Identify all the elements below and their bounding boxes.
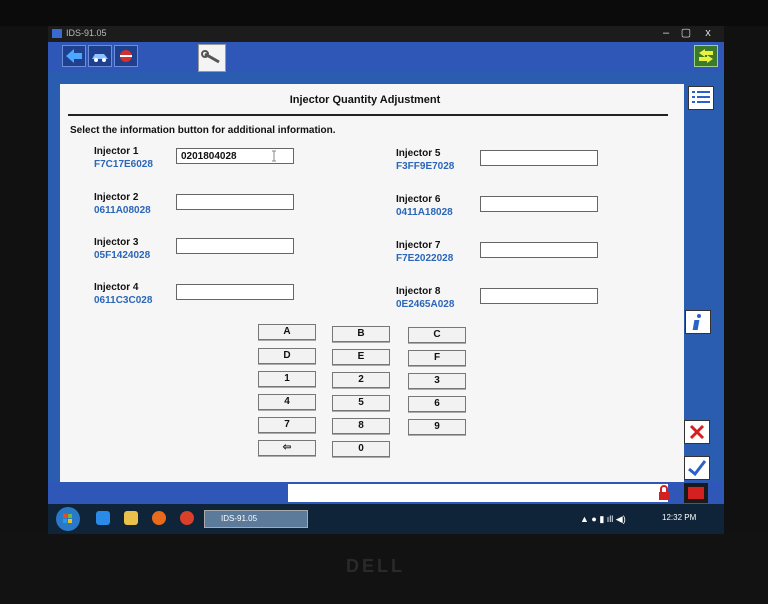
status-bar	[48, 482, 724, 504]
swap-icon	[699, 49, 713, 63]
injector-2-info: Injector 2 0611A08028	[94, 192, 151, 216]
battery-button[interactable]	[684, 483, 708, 503]
main-panel: Injector Quantity Adjustment Select the …	[60, 84, 684, 500]
injector-8-label: Injector 8	[396, 286, 441, 297]
injector-6-info: Injector 6 0411A18028	[396, 194, 453, 218]
taskbar: IDS-91.05 ▲ ● ▮ ıll ◀) 12:32 PM	[48, 504, 724, 534]
injector-7-field[interactable]	[480, 242, 598, 258]
cancel-icon	[689, 424, 705, 440]
info-icon	[692, 314, 701, 330]
maximize-button[interactable]: ▢	[678, 27, 694, 40]
cancel-button[interactable]	[684, 420, 710, 444]
injector-5-code: F3FF9E7028	[396, 161, 455, 172]
injector-8-field[interactable]	[480, 288, 598, 304]
close-window-button[interactable]: x	[700, 27, 716, 40]
key-b[interactable]: B	[332, 326, 390, 342]
injector-2-code: 0611A08028	[94, 205, 151, 216]
start-button[interactable]	[56, 507, 80, 531]
injector-2-field[interactable]	[176, 194, 294, 210]
key-a[interactable]: A	[258, 324, 316, 340]
injector-3-code: 05F1424028	[94, 250, 151, 261]
monitor-bezel-bottom: DELL	[0, 534, 768, 604]
title-divider	[68, 114, 668, 116]
clock[interactable]: 12:32 PM	[662, 513, 696, 522]
key-1[interactable]: 1	[258, 371, 316, 387]
status-panel	[288, 484, 668, 502]
firefox-icon[interactable]	[152, 511, 166, 525]
toolbar	[48, 42, 724, 72]
info-button[interactable]	[685, 310, 711, 334]
key-f[interactable]: F	[408, 350, 466, 366]
brand-logo: DELL	[346, 556, 405, 576]
injector-4-label: Injector 4	[94, 282, 139, 293]
key-5[interactable]: 5	[332, 395, 390, 411]
injector-7-info: Injector 7 F7E2022028	[396, 240, 453, 264]
instruction-text: Select the information button for additi…	[70, 125, 336, 136]
key-e[interactable]: E	[332, 349, 390, 365]
window-title: IDS-91.05	[66, 28, 107, 38]
key-backspace[interactable]: ⇦	[258, 440, 316, 456]
page-title: Injector Quantity Adjustment	[289, 94, 441, 106]
minimize-button[interactable]: –	[658, 27, 674, 40]
app-icon	[52, 29, 62, 38]
screen: IDS-91.05 – ▢ x Injector Quantity Adjust…	[48, 26, 724, 534]
key-c[interactable]: C	[408, 327, 466, 343]
vehicle-icon	[92, 54, 108, 62]
explorer-icon[interactable]	[124, 511, 138, 525]
injector-7-code: F7E2022028	[396, 253, 454, 264]
monitor-bezel-top	[0, 0, 768, 26]
injector-3-field[interactable]	[176, 238, 294, 254]
tools-button[interactable]	[114, 45, 138, 67]
key-9[interactable]: 9	[408, 419, 466, 435]
injector-6-label: Injector 6	[396, 194, 441, 205]
injector-4-info: Injector 4 0611C3C028	[94, 282, 152, 306]
injector-6-field[interactable]	[480, 196, 598, 212]
confirm-icon	[688, 460, 707, 477]
injector-1-code: F7C17E6028	[94, 159, 153, 170]
title-bar: IDS-91.05 – ▢ x	[48, 26, 724, 42]
key-3[interactable]: 3	[408, 373, 466, 389]
swap-button[interactable]	[694, 45, 718, 67]
injector-2-label: Injector 2	[94, 192, 139, 203]
injector-8-code: 0E2465A028	[396, 299, 455, 310]
key-6[interactable]: 6	[408, 396, 466, 412]
injector-3-info: Injector 3 05F1424028	[94, 237, 150, 261]
taskbar-app-ids[interactable]: IDS-91.05	[204, 510, 308, 528]
injector-8-info: Injector 8 0E2465A028	[396, 286, 454, 310]
key-7[interactable]: 7	[258, 417, 316, 433]
injector-7-label: Injector 7	[396, 240, 441, 251]
injector-4-code: 0611C3C028	[94, 295, 153, 306]
text-cursor-icon	[272, 150, 276, 162]
battery-icon	[688, 487, 704, 499]
chrome-icon[interactable]	[180, 511, 194, 525]
injector-5-field[interactable]	[480, 150, 598, 166]
lock-icon	[659, 485, 669, 500]
key-0[interactable]: 0	[332, 441, 390, 457]
injector-1-label: Injector 1	[94, 146, 139, 157]
key-8[interactable]: 8	[332, 418, 390, 434]
back-arrow-icon	[66, 49, 82, 63]
list-button[interactable]	[688, 86, 714, 110]
injector-4-field[interactable]	[176, 284, 294, 300]
windows-logo-icon	[63, 514, 72, 523]
ie-icon[interactable]	[96, 511, 110, 525]
tools-icon	[120, 50, 132, 62]
list-icon	[692, 91, 710, 103]
confirm-button[interactable]	[684, 456, 710, 480]
injector-3-label: Injector 3	[94, 237, 139, 248]
tray-icons[interactable]: ▲ ● ▮ ıll ◀)	[580, 514, 626, 525]
key-2[interactable]: 2	[332, 372, 390, 388]
key-4[interactable]: 4	[258, 394, 316, 410]
injector-1-info: Injector 1 F7C17E6028	[94, 146, 153, 170]
key-d[interactable]: D	[258, 348, 316, 364]
injector-5-info: Injector 5 F3FF9E7028	[396, 148, 454, 172]
vehicle-button[interactable]	[88, 45, 112, 67]
back-button[interactable]	[62, 45, 86, 67]
injector-5-label: Injector 5	[396, 148, 441, 159]
injector-6-code: 0411A18028	[396, 207, 453, 218]
wrench-icon	[201, 50, 220, 64]
tab-wrench[interactable]	[198, 44, 226, 72]
